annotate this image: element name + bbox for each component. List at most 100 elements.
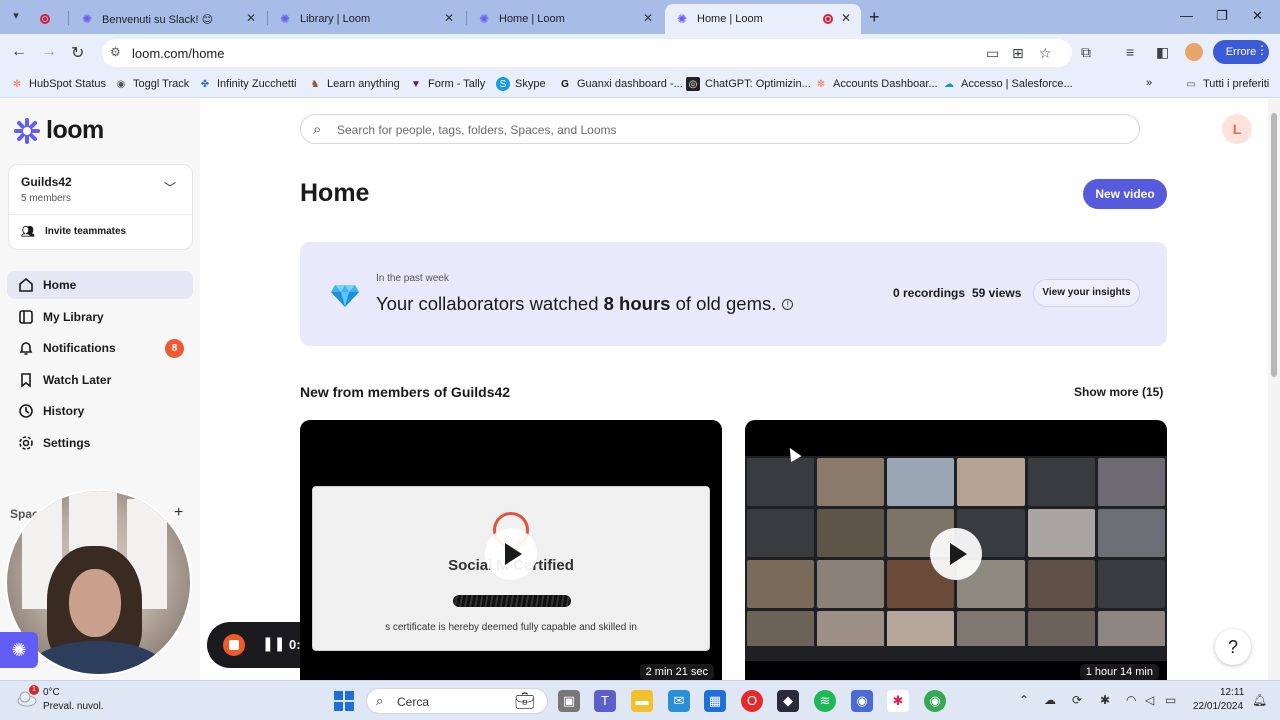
bookmark-tally[interactable]: ▼ Form - Tally <box>409 77 485 91</box>
bluetooth-icon[interactable]: ✱ <box>1100 693 1110 707</box>
workspace-switcher[interactable]: Guilds42 5 members ﹀ 👥︎ Invite teammates <box>8 164 193 250</box>
tab-library[interactable]: ✺ Library | Loom ✕ <box>268 4 464 34</box>
slack-icon[interactable]: ✱ <box>887 690 909 712</box>
add-space-icon[interactable]: + <box>174 504 183 522</box>
help-button[interactable]: ? <box>1215 629 1251 665</box>
store-icon[interactable]: ▦ <box>704 690 726 712</box>
search-input[interactable]: ⌕ Search for people, tags, folders, Spac… <box>300 114 1140 144</box>
sidebar-item-history[interactable]: History <box>7 397 193 425</box>
browser-menu-icon[interactable]: ⋮ <box>1256 43 1268 57</box>
camera-icon[interactable]: ▭ <box>986 45 999 62</box>
clock-time[interactable]: 12:11 <box>1220 687 1244 698</box>
pause-icon[interactable]: ❚❚ <box>262 635 285 652</box>
tab-home[interactable]: ✺ Home | Loom ✕ <box>467 4 663 34</box>
translate-icon[interactable]: ⊞ <box>1012 45 1024 62</box>
side-panel-icon[interactable]: ◧ <box>1156 44 1169 61</box>
bookmark-guanxi[interactable]: G Guanxi dashboard -... <box>558 77 683 91</box>
bookmark-hubspot[interactable]: ✻ HubSpot Status <box>10 77 106 91</box>
play-icon[interactable] <box>930 528 982 580</box>
url-text[interactable]: loom.com/home <box>132 46 224 61</box>
sidebar-item-watch-later[interactable]: Watch Later <box>7 366 193 394</box>
spotify-icon[interactable]: ≋ <box>814 690 836 712</box>
task-view-icon[interactable]: ▣ <box>558 690 580 712</box>
volume-icon[interactable]: ◁ <box>1145 693 1154 707</box>
close-icon[interactable]: ✕ <box>444 11 454 25</box>
bookmarks-folder[interactable]: ▭ Tutti i preferiti <box>1184 77 1269 91</box>
onedrive-icon[interactable]: ☁ <box>1044 693 1056 707</box>
invite-teammates-button[interactable]: 👥︎ Invite teammates <box>21 225 126 238</box>
bookmark-label: Guanxi dashboard -... <box>577 78 683 90</box>
folder-icon: ▭ <box>1186 78 1196 90</box>
participant-tile <box>1097 458 1165 506</box>
salesforce-icon: ☁ <box>944 78 954 90</box>
sidebar-item-notifications[interactable]: Notifications 8 <box>7 334 193 362</box>
close-icon[interactable]: ✕ <box>246 11 256 25</box>
chrome-active-icon[interactable]: ◉ <box>851 690 873 712</box>
address-bar[interactable]: ⚙ loom.com/home ▭ ⊞ ☆ <box>102 39 1072 67</box>
windows-start-icon[interactable] <box>334 691 354 711</box>
close-icon[interactable]: ✕ <box>643 11 653 25</box>
video-card[interactable]: 1 hour 14 min <box>745 420 1167 680</box>
forward-icon[interactable]: → <box>41 43 57 61</box>
taskbar-search[interactable]: ⌕ Cerca 💼︎ <box>366 688 548 714</box>
bookmarks-overflow-icon[interactable]: » <box>1146 77 1152 89</box>
sidebar-item-library[interactable]: My Library <box>7 303 193 331</box>
opera-icon[interactable]: O <box>741 690 763 712</box>
tab-recording[interactable] <box>34 4 64 34</box>
file-explorer-icon[interactable]: ▬ <box>631 690 653 712</box>
tab-slack[interactable]: ✺ Benvenuti su Slack! 😊 ✕ <box>70 4 266 34</box>
battery-icon[interactable]: ▭ <box>1165 693 1176 707</box>
tab-home-active[interactable]: ✺ Home | Loom ✕ <box>665 4 861 34</box>
chevron-down-icon[interactable]: ﹀ <box>164 179 176 196</box>
bookmark-infinity[interactable]: ✤ Infinity Zucchetti <box>198 77 297 91</box>
clock-date[interactable]: 22/01/2024 <box>1193 701 1243 712</box>
sidebar-item-settings[interactable]: Settings <box>7 429 193 457</box>
close-icon[interactable]: ✕ <box>841 11 851 25</box>
app-icon[interactable]: ◆ <box>777 690 799 712</box>
sidebar-item-home[interactable]: Home <box>7 271 193 299</box>
loom-logo[interactable]: loom <box>14 116 104 145</box>
back-icon[interactable]: ← <box>11 43 27 61</box>
learn-icon: ♞ <box>310 78 320 90</box>
new-video-button[interactable]: New video <box>1083 179 1167 209</box>
play-icon[interactable] <box>485 528 537 580</box>
bookmark-label: HubSpot Status <box>29 78 107 90</box>
restore-icon[interactable]: ❐ <box>1216 8 1228 24</box>
skype-icon: S <box>496 77 510 91</box>
extensions-icon[interactable]: ⧉ <box>1081 44 1091 61</box>
user-avatar[interactable]: L <box>1222 114 1252 144</box>
show-more-link[interactable]: Show more (15) <box>1074 385 1163 399</box>
info-icon[interactable]: ! <box>782 299 794 310</box>
insights-banner: In the past week Your collaborators watc… <box>300 242 1167 346</box>
scrollbar-thumb[interactable] <box>1271 113 1277 377</box>
bookmark-accounts[interactable]: ✻ Accounts Dashboar... <box>814 77 938 91</box>
bookmark-learn[interactable]: ♞ Learn anything <box>308 77 400 91</box>
tray-overflow-icon[interactable]: ⌃ <box>1019 693 1029 707</box>
headline-text: of old gems. <box>670 293 777 314</box>
teams-icon[interactable]: T <box>594 690 616 712</box>
bookmark-toggl[interactable]: ◉ Toggl Track <box>114 77 190 91</box>
media-controls-icon[interactable]: ≡ <box>1126 44 1134 60</box>
mail-icon[interactable]: ✉ <box>668 690 690 712</box>
sync-icon[interactable]: ⟳ <box>1072 693 1082 707</box>
bookmark-chatgpt[interactable]: ◎ ChatGPT: Optimizin... <box>686 77 811 91</box>
wifi-icon[interactable]: ◠ <box>1126 693 1136 707</box>
bookmark-salesforce[interactable]: ☁ Accesso | Salesforce... <box>942 77 1073 91</box>
chrome-icon[interactable]: ◉ <box>924 690 946 712</box>
notification-icon[interactable]: 🔔︎ <box>1252 693 1267 707</box>
star-icon[interactable]: ☆ <box>1039 45 1052 62</box>
loom-recorder-icon[interactable]: ✺ <box>0 632 38 668</box>
window-close-icon[interactable]: ✕ <box>1252 8 1263 24</box>
profile-avatar[interactable] <box>1185 43 1203 61</box>
participant-tile <box>747 509 815 557</box>
bookmark-skype[interactable]: S Skype <box>496 77 546 91</box>
new-tab-button[interactable]: + <box>869 7 880 28</box>
stop-recording-button[interactable] <box>223 634 245 656</box>
video-card[interactable]: Social M Certified s certificate is here… <box>300 420 722 680</box>
bookmark-label: ChatGPT: Optimizin... <box>705 78 811 90</box>
tab-search-chevron-icon[interactable]: ▾ <box>8 9 24 25</box>
minimize-icon[interactable]: — <box>1180 8 1193 23</box>
reload-icon[interactable]: ↻ <box>71 43 84 63</box>
view-insights-button[interactable]: View your insights <box>1033 279 1140 307</box>
site-info-icon[interactable]: ⚙ <box>110 45 121 59</box>
